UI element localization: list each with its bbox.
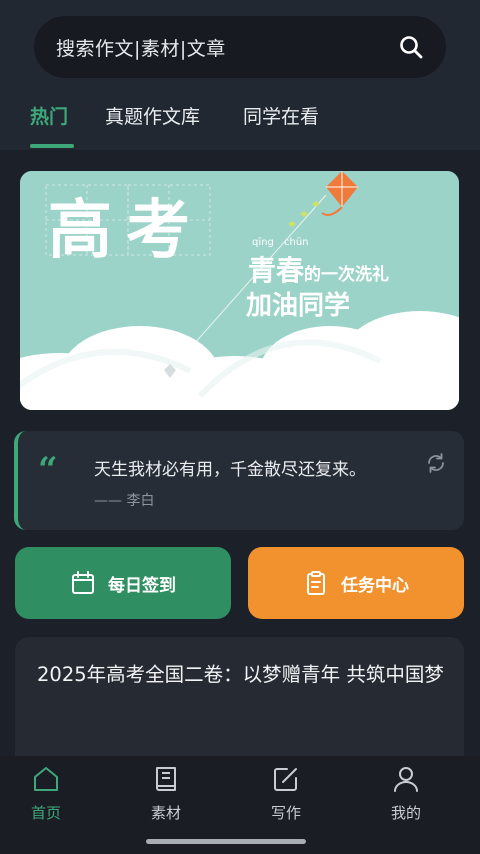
- article-title: 2025年高考全国二卷：以梦赠青年 共筑中国梦: [37, 663, 444, 686]
- banner-line1-small: 的一次洗礼: [304, 265, 390, 285]
- nav-writing-label: 写作: [270, 804, 301, 822]
- search-icon[interactable]: [398, 34, 424, 60]
- search-placeholder: 搜索作文|素材|文章: [56, 37, 226, 60]
- nav-materials[interactable]: 素材: [126, 764, 206, 823]
- daily-quote-card: “ 天生我材必有用，千金散尽还复来。 —— 李白: [14, 431, 464, 530]
- banner-pinyin-2: chūn: [284, 237, 309, 248]
- calendar-icon: [72, 571, 94, 594]
- clipboard-icon: [307, 571, 325, 595]
- active-tab-indicator: [30, 144, 74, 148]
- banner-line2: 加油同学: [246, 291, 351, 321]
- daily-checkin-label: 每日签到: [108, 575, 176, 596]
- tab-hot[interactable]: 热门: [30, 102, 68, 129]
- refresh-icon[interactable]: [424, 451, 448, 475]
- nav-writing[interactable]: 写作: [246, 764, 326, 823]
- banner-line1: 青春的一次洗礼: [248, 249, 389, 289]
- banner-line1-big: 青春: [248, 254, 305, 287]
- tab-exam-essays[interactable]: 真题作文库: [105, 102, 200, 129]
- edit-icon: [274, 768, 297, 791]
- quote-author: —— 李白: [94, 493, 155, 509]
- nav-profile-label: 我的: [390, 804, 421, 822]
- task-center-button[interactable]: 任务中心: [248, 547, 464, 619]
- nav-home-label: 首页: [30, 804, 61, 822]
- banner-title: 高考: [48, 194, 204, 268]
- book-icon: [156, 767, 176, 791]
- home-indicator[interactable]: [146, 839, 306, 844]
- nav-profile[interactable]: 我的: [366, 764, 446, 823]
- quote-mark-icon: “: [38, 450, 58, 490]
- quote-text: 天生我材必有用，千金散尽还复来。: [94, 460, 366, 480]
- user-icon: [394, 767, 418, 792]
- nav-home[interactable]: 首页: [6, 764, 86, 823]
- daily-checkin-button[interactable]: 每日签到: [15, 547, 231, 619]
- tab-bar: 热门 真题作文库 同学在看: [0, 96, 480, 150]
- banner-image[interactable]: 高考 qīng chūn 青春的一次洗礼 加油同学: [20, 171, 459, 410]
- top-bar: 搜索作文|素材|文章 热门 真题作文库 同学在看: [0, 0, 480, 150]
- tab-classmates-reading[interactable]: 同学在看: [243, 102, 319, 129]
- nav-materials-label: 素材: [150, 804, 181, 822]
- banner-pinyin-1: qīng: [252, 237, 274, 248]
- task-center-label: 任务中心: [341, 575, 409, 596]
- search-bar[interactable]: 搜索作文|素材|文章: [34, 16, 446, 78]
- home-icon: [34, 767, 58, 791]
